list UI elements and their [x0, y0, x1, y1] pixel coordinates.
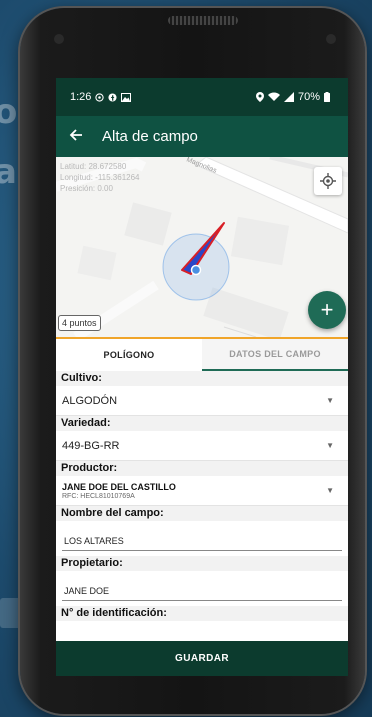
crop-select[interactable]: ALGODÓN ▼ — [56, 386, 348, 416]
crop-value: ALGODÓN — [62, 394, 118, 407]
battery-percent: 70% — [297, 91, 320, 103]
phone-screen: 1:26 70% Alta de campo Magnolias Latitud… — [56, 78, 348, 676]
id-number-label: N° de identificación: — [56, 606, 348, 621]
my-location-button[interactable] — [314, 167, 342, 195]
variety-select[interactable]: 449-BG-RR ▼ — [56, 431, 348, 461]
phone-speaker — [168, 16, 238, 25]
producer-rfc: RFC: HECL81010769A — [62, 492, 135, 500]
dropdown-arrow-icon: ▼ — [326, 486, 334, 495]
dropdown-arrow-icon: ▼ — [326, 396, 334, 405]
variety-value: 449-BG-RR — [62, 439, 120, 452]
app-bar: Alta de campo — [56, 116, 348, 157]
whatsapp-icon — [95, 92, 105, 102]
map-view[interactable]: Magnolias Latitud: 28.672580 Longitud: -… — [56, 157, 348, 337]
location-icon — [255, 92, 264, 102]
facebook-icon — [108, 92, 117, 102]
points-count-badge: 4 puntos — [58, 315, 101, 331]
status-bar: 1:26 70% — [56, 78, 348, 116]
phone-camera — [326, 34, 336, 44]
producer-name: JANE DOE DEL CASTILLO — [62, 481, 176, 492]
dropdown-arrow-icon: ▼ — [326, 441, 334, 450]
page-title: Alta de campo — [102, 128, 198, 145]
wifi-icon — [267, 92, 280, 101]
current-location-dot — [190, 264, 202, 276]
battery-icon — [324, 92, 330, 102]
tab-bar: POLÍGONO DATOS DEL CAMPO — [56, 339, 348, 371]
gallery-icon — [121, 92, 132, 102]
background-text-fragment: o — [0, 92, 18, 132]
owner-label: Propietario: — [56, 556, 348, 571]
back-arrow-icon[interactable] — [56, 126, 96, 147]
owner-input[interactable] — [62, 582, 342, 601]
crosshair-icon — [320, 173, 336, 189]
coordinates-readout: Latitud: 28.672580 Longitud: -115.361264… — [60, 162, 140, 193]
status-time: 1:26 — [70, 91, 92, 103]
signal-icon — [283, 92, 294, 102]
save-button[interactable]: GUARDAR — [56, 641, 348, 676]
crop-label: Cultivo: — [56, 371, 348, 386]
phone-frame: 1:26 70% Alta de campo Magnolias Latitud… — [20, 8, 365, 714]
variety-label: Variedad: — [56, 416, 348, 431]
field-name-label: Nombre del campo: — [56, 506, 348, 521]
phone-sensor — [54, 34, 64, 44]
tab-field-data[interactable]: DATOS DEL CAMPO — [202, 339, 348, 371]
field-name-input[interactable] — [62, 532, 342, 551]
tab-polygon[interactable]: POLÍGONO — [56, 339, 202, 371]
add-point-button[interactable]: + — [308, 291, 346, 329]
plus-icon: + — [320, 297, 334, 322]
producer-label: Productor: — [56, 461, 348, 476]
producer-select[interactable]: JANE DOE DEL CASTILLO RFC: HECL81010769A… — [56, 476, 348, 506]
field-form: Cultivo: ALGODÓN ▼ Variedad: 449-BG-RR ▼… — [56, 371, 348, 641]
